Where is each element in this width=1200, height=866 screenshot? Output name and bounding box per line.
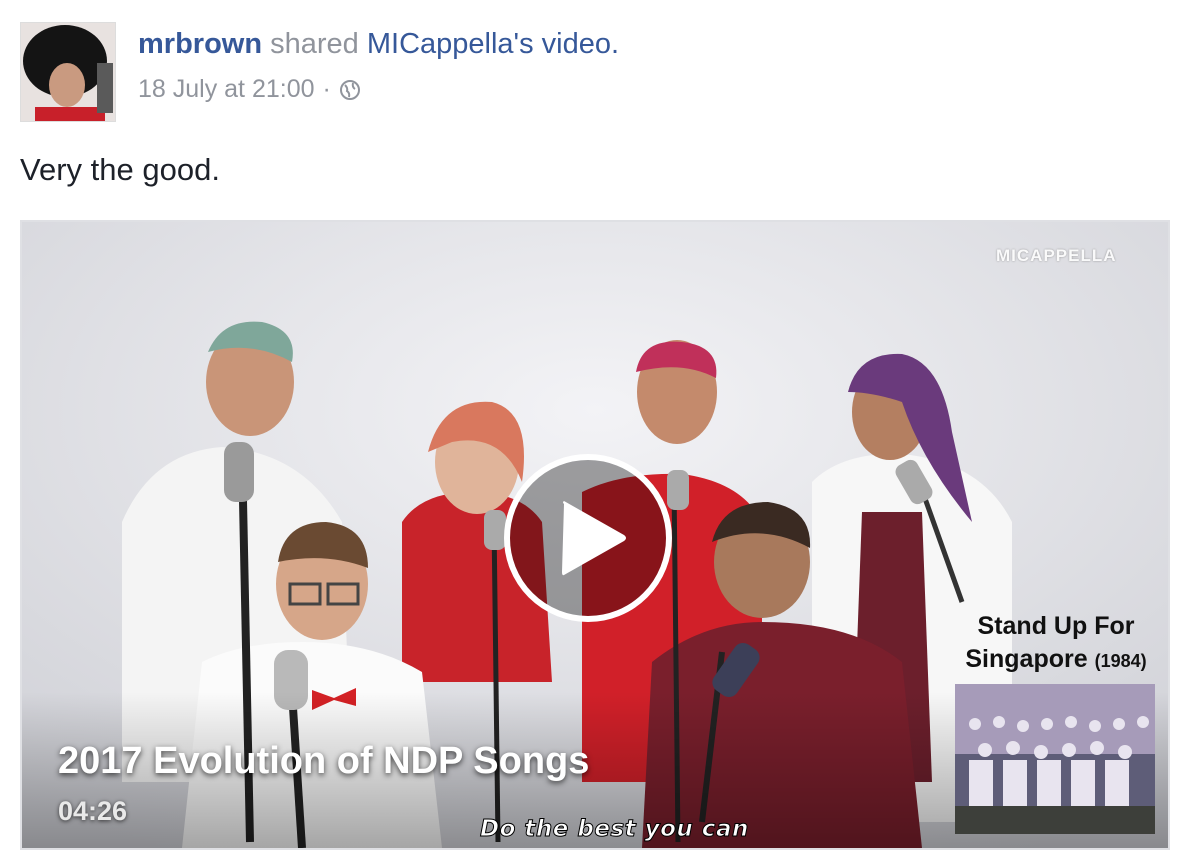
action-text: shared <box>270 28 359 60</box>
timestamp-link[interactable]: 18 July at 21:00 <box>138 75 315 104</box>
channel-watermark: MICAPPELLA <box>996 246 1117 265</box>
separator-dot: · <box>322 75 331 103</box>
post-meta: mrbrown shared MICappella's video. 18 Ju… <box>138 28 619 104</box>
post-headline: mrbrown shared MICappella's video. <box>138 28 619 61</box>
play-button[interactable] <box>504 454 672 622</box>
shared-page-link[interactable]: MICappella's video. <box>367 28 619 60</box>
video-subtitle: Do the best you can <box>480 816 749 843</box>
song-title-line2-row: Singapore (1984) <box>947 643 1165 678</box>
post-caption: Very the good. <box>20 152 220 187</box>
song-title: Stand Up For Singapore (1984) <box>947 610 1165 678</box>
avatar[interactable] <box>20 22 116 122</box>
song-thumbnail <box>955 684 1155 834</box>
song-title-line2: Singapore <box>965 645 1088 673</box>
video-player[interactable]: MICAPPELLA Stand Up For Singapore (1984)… <box>20 220 1170 850</box>
song-year: (1984) <box>1094 651 1147 671</box>
song-title-line1: Stand Up For <box>977 612 1135 640</box>
globe-icon[interactable] <box>339 79 361 101</box>
author-link[interactable]: mrbrown <box>138 28 262 60</box>
play-icon <box>562 501 626 576</box>
song-overlay: Stand Up For Singapore (1984) <box>947 610 1165 834</box>
video-duration: 04:26 <box>58 796 128 826</box>
post-subline: 18 July at 21:00 · <box>138 75 619 104</box>
post-header: mrbrown shared MICappella's video. 18 Ju… <box>20 22 1180 122</box>
video-title[interactable]: 2017 Evolution of NDP Songs <box>58 740 589 783</box>
